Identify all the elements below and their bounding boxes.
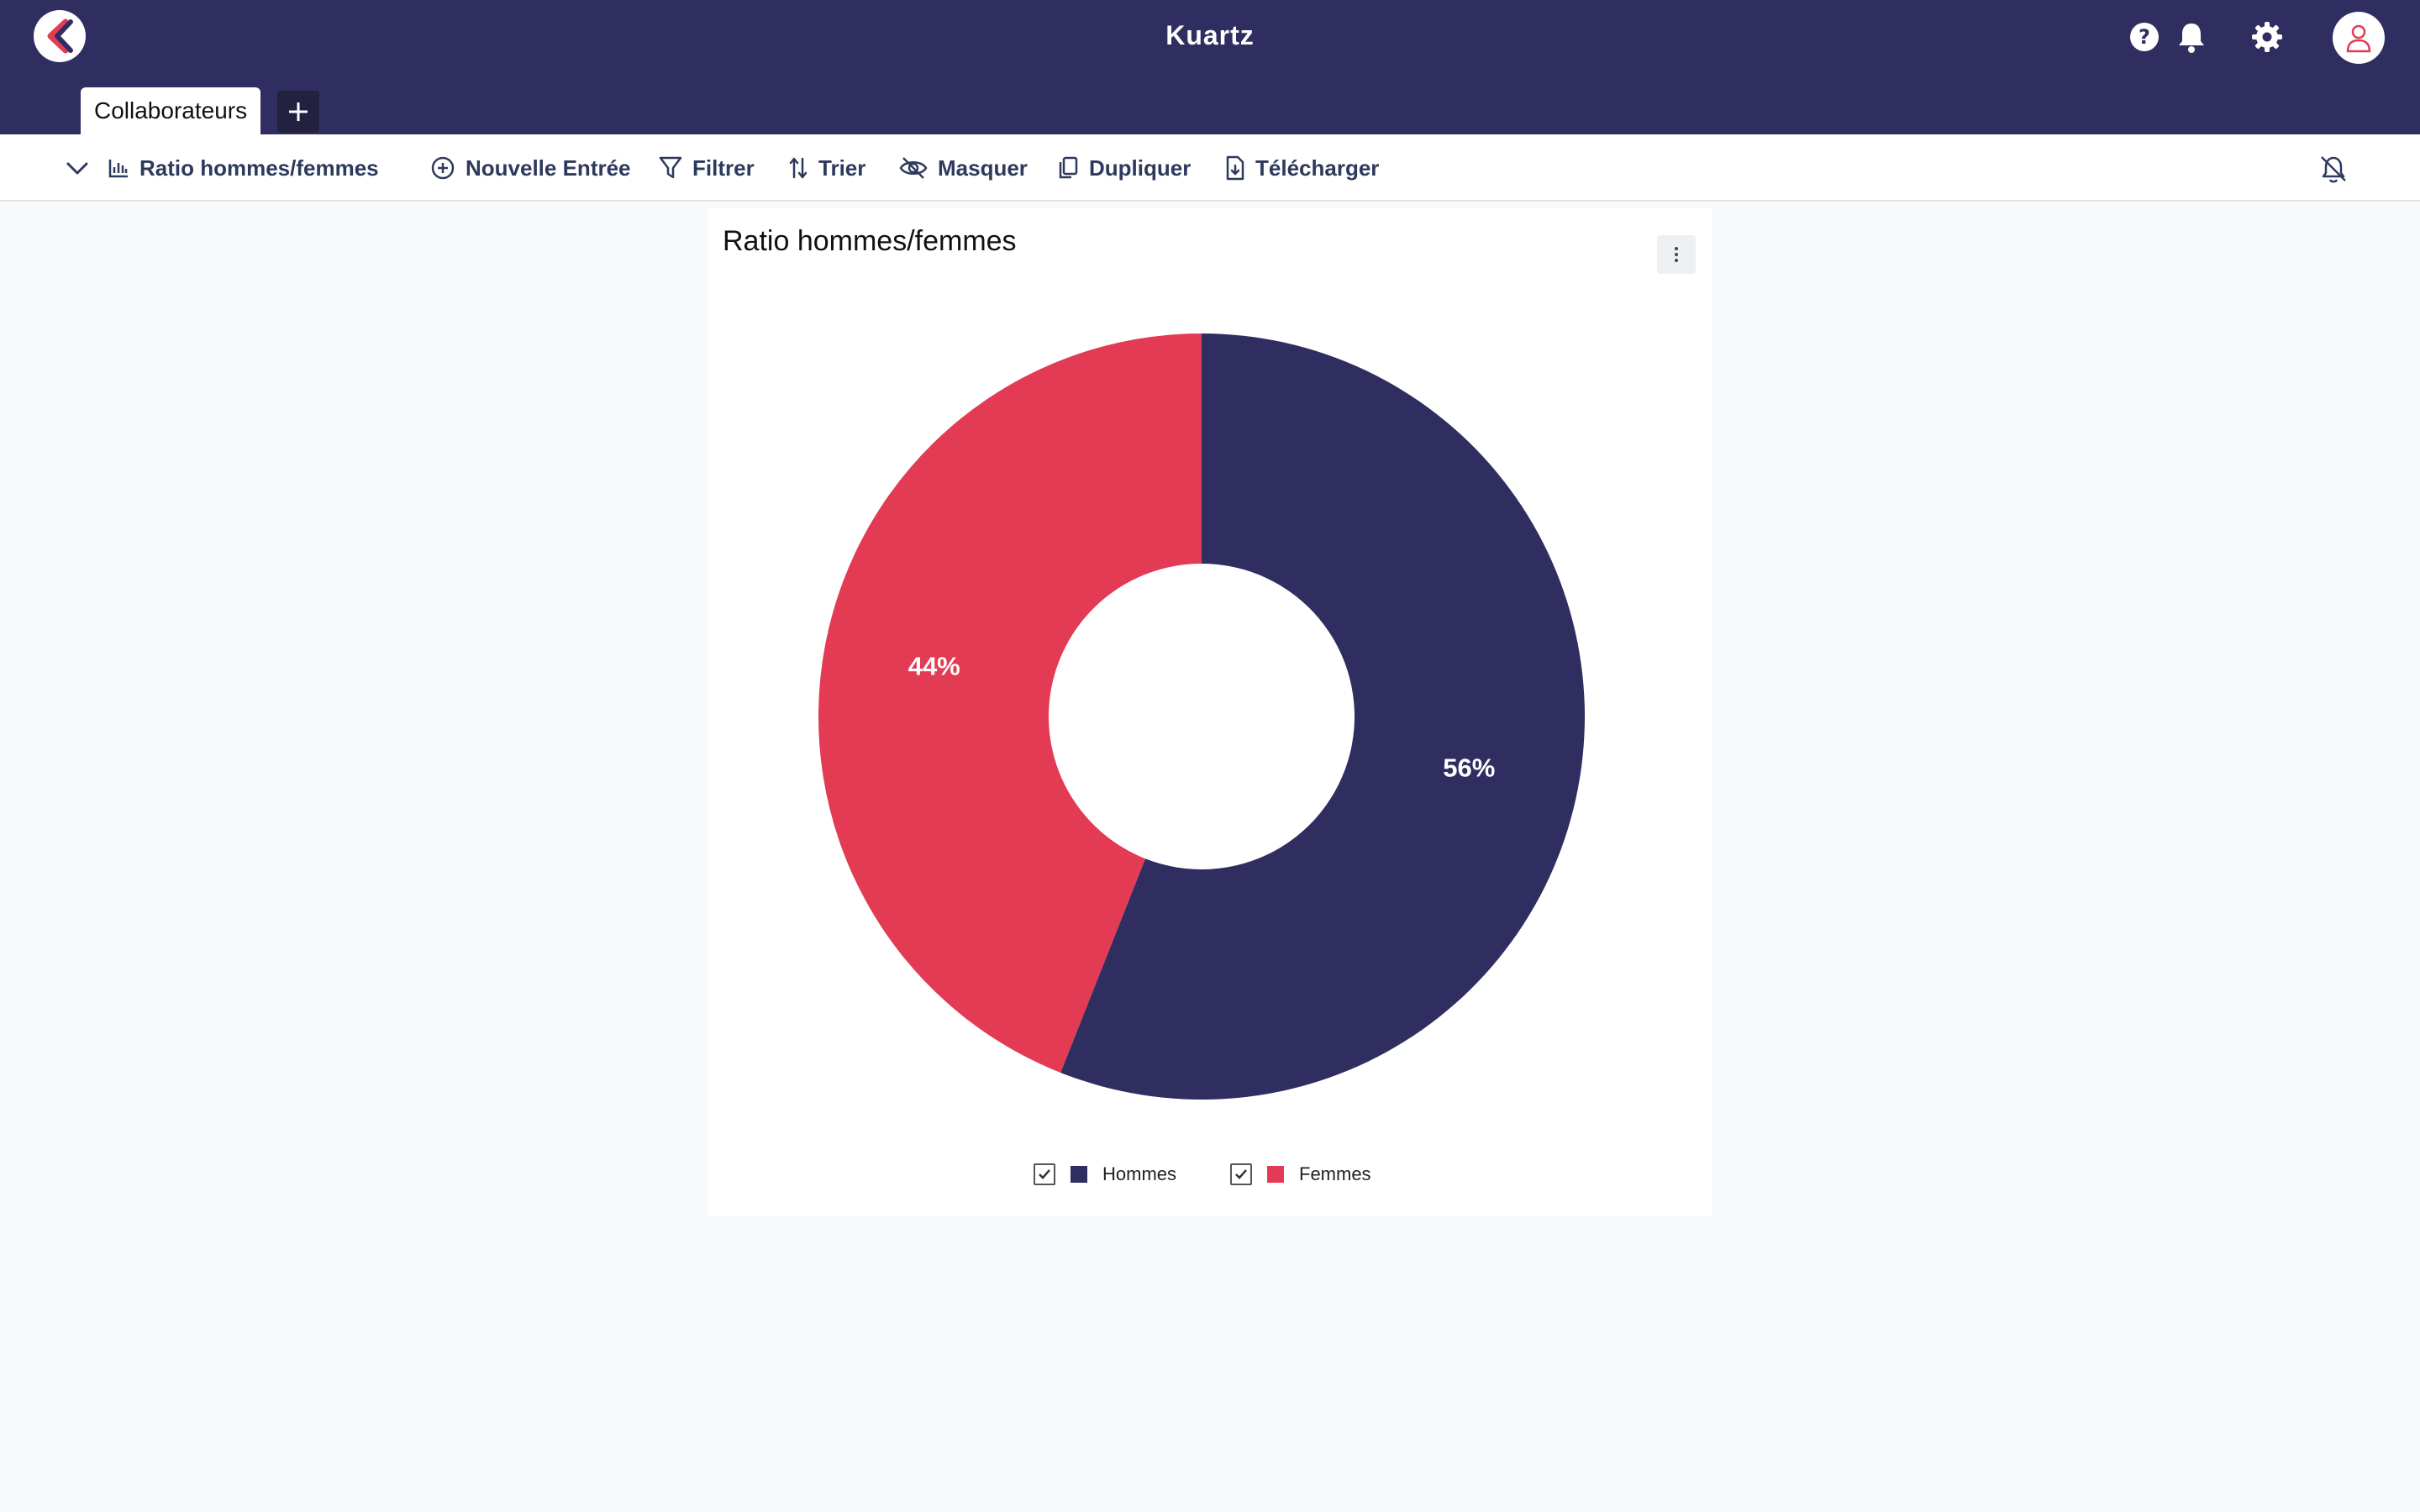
sort-button[interactable]: Trier bbox=[788, 134, 865, 202]
view-label: Ratio hommes/femmes bbox=[139, 155, 379, 181]
hide-label: Masquer bbox=[938, 155, 1028, 181]
top-header: Kuartz ? Collaborateurs bbox=[0, 0, 2420, 134]
help-icon[interactable]: ? bbox=[2126, 18, 2163, 55]
copy-icon bbox=[1059, 156, 1078, 179]
hide-button[interactable]: Masquer bbox=[899, 134, 1028, 202]
chevron-down-icon[interactable] bbox=[62, 153, 92, 183]
new-entry-label: Nouvelle Entrée bbox=[466, 155, 631, 181]
filter-label: Filtrer bbox=[692, 155, 755, 181]
donut-chart: 56% 44% bbox=[818, 333, 1585, 1100]
legend-item-femmes[interactable]: Femmes bbox=[1230, 1158, 1371, 1191]
svg-text:?: ? bbox=[2139, 25, 2150, 49]
duplicate-label: Dupliquer bbox=[1089, 155, 1192, 181]
bell-off-icon[interactable] bbox=[2317, 153, 2349, 185]
legend-checkbox[interactable] bbox=[1034, 1163, 1055, 1185]
add-tab-button[interactable] bbox=[277, 91, 319, 133]
filter-button[interactable]: Filtrer bbox=[659, 134, 755, 202]
download-button[interactable]: Télécharger bbox=[1225, 134, 1379, 202]
new-entry-button[interactable]: Nouvelle Entrée bbox=[430, 134, 631, 202]
legend-item-hommes[interactable]: Hommes bbox=[1034, 1158, 1176, 1191]
slice-label-femmes: 44% bbox=[908, 651, 960, 680]
view-selector[interactable]: Ratio hommes/femmes bbox=[108, 134, 379, 202]
slice-label-hommes: 56% bbox=[1443, 753, 1495, 783]
bar-chart-icon bbox=[108, 160, 128, 178]
gear-icon[interactable] bbox=[2249, 18, 2286, 55]
sort-label: Trier bbox=[818, 155, 866, 181]
legend-swatch bbox=[1267, 1166, 1284, 1183]
avatar-icon[interactable] bbox=[2333, 12, 2385, 64]
eye-slash-icon bbox=[899, 157, 928, 179]
legend-checkbox[interactable] bbox=[1230, 1163, 1252, 1185]
file-download-icon bbox=[1226, 155, 1244, 181]
bell-icon[interactable] bbox=[2173, 18, 2210, 55]
legend-label: Femmes bbox=[1299, 1163, 1371, 1184]
legend-label: Hommes bbox=[1102, 1163, 1177, 1184]
tab-collaborateurs[interactable]: Collaborateurs bbox=[81, 87, 261, 134]
filter-icon bbox=[659, 156, 682, 179]
duplicate-button[interactable]: Dupliquer bbox=[1057, 134, 1191, 202]
app-title: Kuartz bbox=[1165, 20, 1255, 50]
chart-legend: Hommes Femmes bbox=[708, 1158, 1712, 1191]
chart-card: Ratio hommes/femmes 56% 44% Hommes Femmes bbox=[708, 208, 1712, 1216]
sort-icon bbox=[789, 157, 808, 179]
plus-circle-icon bbox=[431, 156, 455, 180]
legend-swatch bbox=[1071, 1166, 1087, 1183]
download-label: Télécharger bbox=[1255, 155, 1380, 181]
toolbar: Ratio hommes/femmes Nouvelle Entrée Filt… bbox=[0, 134, 2420, 202]
